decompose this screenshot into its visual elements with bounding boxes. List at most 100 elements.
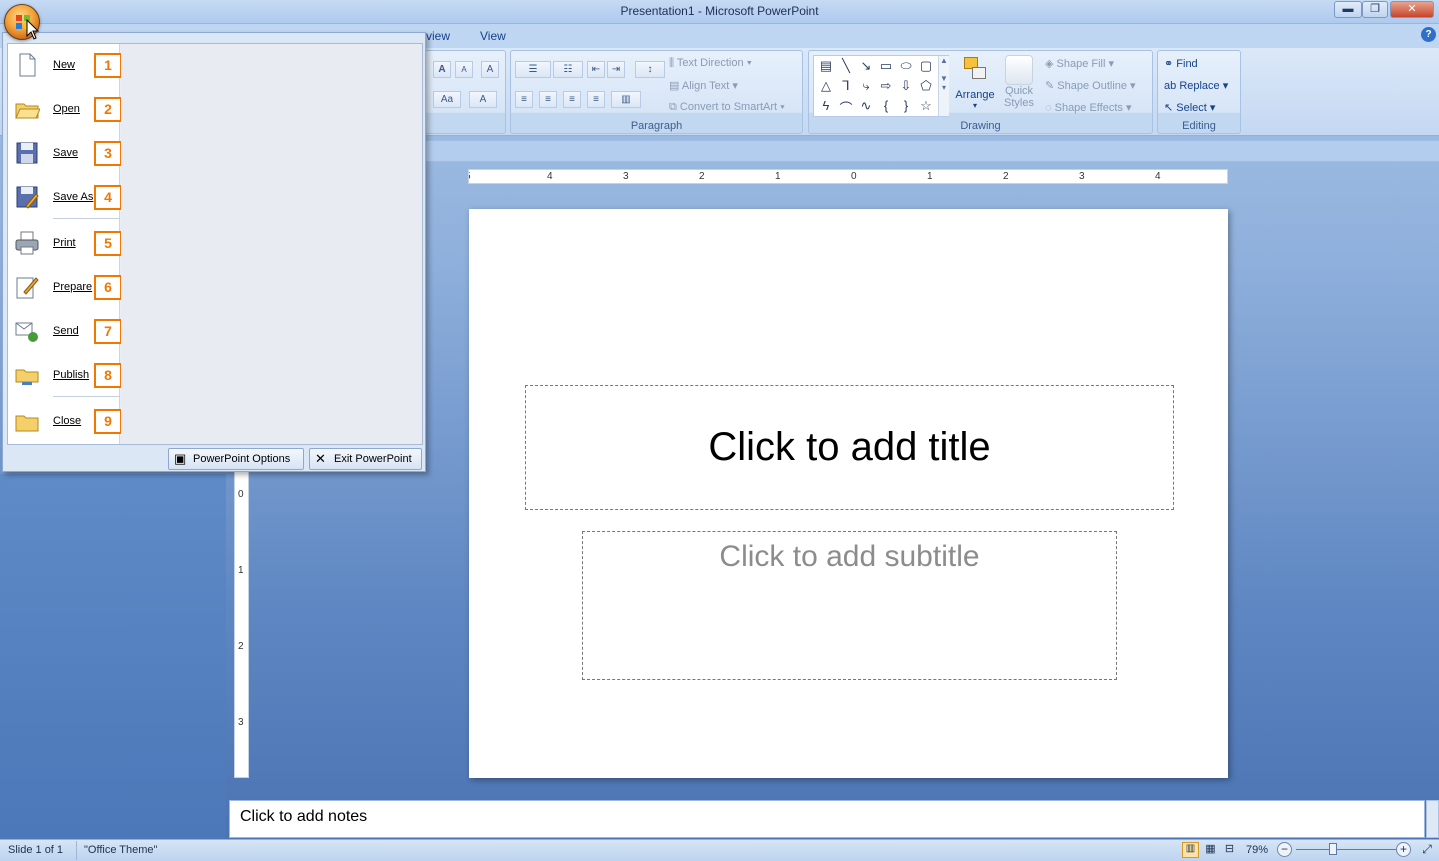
zoom-in-icon[interactable]: + [1396, 842, 1411, 857]
shape-effects-button[interactable]: ◌ Shape Effects ▾ [1045, 101, 1131, 114]
help-icon[interactable]: ? [1421, 27, 1436, 42]
tab-review[interactable]: view [426, 29, 450, 43]
gallery-scroll-icon[interactable]: ▲ ▼ ▾ [938, 56, 949, 116]
numbering-icon[interactable]: ☷ [553, 61, 583, 78]
menu-item-new[interactable]: New 1 [8, 44, 122, 84]
slides-pane[interactable] [0, 474, 226, 839]
menu-item-print[interactable]: Print 5 [8, 222, 122, 262]
elbow-arrow-icon[interactable]: ⤷ [856, 78, 876, 94]
right-arrow-shape-icon[interactable]: ⇨ [876, 78, 896, 94]
arrow-shape-icon[interactable]: ↘ [856, 58, 876, 74]
zoom-out-icon[interactable]: − [1277, 842, 1292, 857]
normal-view-icon[interactable]: ▥ [1182, 842, 1199, 858]
open-folder-icon [14, 96, 41, 122]
align-left-icon[interactable]: ≡ [515, 91, 533, 108]
font-color-button[interactable]: A [469, 91, 497, 108]
text-direction-label: Text Direction [676, 57, 744, 69]
down-arrow-shape-icon[interactable]: ⇩ [896, 78, 916, 94]
new-document-icon [14, 52, 40, 78]
v-ruler-tick: 1 [238, 565, 244, 576]
menu-item-label: Save As [53, 191, 94, 203]
powerpoint-options-button[interactable]: ▣ PowerPoint Options [168, 448, 304, 470]
menu-item-close[interactable]: Close 9 [8, 400, 122, 440]
shape-fill-label: Shape Fill [1056, 58, 1106, 70]
menu-item-publish[interactable]: Publish 8 [8, 354, 122, 394]
menu-item-save-as[interactable]: Save As 4 [8, 176, 122, 216]
notes-scrollbar[interactable] [1426, 800, 1439, 838]
exit-powerpoint-label: Exit PowerPoint [334, 453, 412, 465]
line-spacing-icon[interactable]: ↕ [635, 61, 665, 78]
shape-outline-label: Shape Outline [1057, 80, 1127, 92]
arc-shape-icon[interactable]: ⌒ [836, 98, 856, 117]
slide-canvas[interactable]: Click to add title Click to add subtitle [469, 209, 1228, 778]
close-window-button[interactable]: ✕ [1390, 1, 1434, 18]
maximize-button[interactable]: ❐ [1362, 1, 1388, 18]
slide-counter: Slide 1 of 1 [8, 844, 64, 856]
decrease-indent-icon[interactable]: ⇤ [587, 61, 605, 78]
vertical-ruler[interactable]: 0 1 2 3 [234, 440, 249, 778]
minimize-button[interactable]: ▬ [1334, 1, 1362, 18]
office-menu-list: New 1 Open 2 Save 3 Save As 4 Print 5 Prepare 6 Send… [8, 44, 122, 444]
menu-item-save[interactable]: Save 3 [8, 132, 122, 172]
triangle-shape-icon[interactable]: △ [816, 78, 836, 94]
window-title: Presentation1 - Microsoft PowerPoint [620, 4, 819, 18]
quick-styles-button[interactable]: Quick Styles [999, 55, 1039, 119]
align-text-button[interactable]: ▤ Align Text ▾ [669, 79, 738, 92]
bullets-icon[interactable]: ☰ [515, 61, 551, 78]
exit-powerpoint-button[interactable]: ✕ Exit PowerPoint [309, 448, 422, 470]
find-button[interactable]: ⚭ Find [1164, 57, 1198, 70]
arrange-icon [962, 55, 988, 83]
fit-to-window-icon[interactable]: ⤢ [1419, 842, 1435, 858]
h-ruler-tick: 4 [1155, 171, 1161, 182]
grow-font-button[interactable]: A [433, 61, 451, 78]
left-brace-shape-icon[interactable]: { [876, 98, 896, 113]
justify-icon[interactable]: ≡ [587, 91, 605, 108]
title-placeholder[interactable]: Click to add title [525, 385, 1174, 510]
menu-item-prepare[interactable]: Prepare 6 [8, 266, 122, 306]
textbox-shape-icon[interactable]: ▤ [816, 58, 836, 74]
subtitle-placeholder[interactable]: Click to add subtitle [582, 531, 1117, 680]
align-right-icon[interactable]: ≡ [563, 91, 581, 108]
lightning-shape-icon[interactable]: ϟ [816, 98, 836, 113]
elbow-connector-icon[interactable]: ⅂ [836, 78, 856, 94]
curve-shape-icon[interactable]: ∿ [856, 98, 876, 114]
align-text-icon: ▤ [669, 80, 680, 92]
v-ruler-tick: 2 [238, 641, 244, 652]
arrange-button[interactable]: Arrange ▾ [955, 55, 995, 119]
shrink-font-button[interactable]: A [455, 61, 473, 78]
zoom-slider[interactable] [1296, 843, 1396, 855]
zoom-level[interactable]: 79% [1246, 844, 1268, 856]
rectangle-shape-icon[interactable]: ▭ [876, 58, 896, 74]
menu-item-open[interactable]: Open 2 [8, 88, 122, 128]
right-brace-shape-icon[interactable]: } [896, 98, 916, 113]
align-center-icon[interactable]: ≡ [539, 91, 557, 108]
shape-outline-button[interactable]: ✎ Shape Outline ▾ [1045, 79, 1136, 92]
clear-format-button[interactable]: A [481, 61, 499, 78]
select-button[interactable]: ↖ Select ▾ [1164, 101, 1215, 114]
horizontal-ruler[interactable]: 5 4 3 2 1 0 1 2 3 4 [468, 169, 1228, 184]
editing-group-label: Editing [1182, 120, 1216, 132]
zoom-thumb[interactable] [1329, 843, 1337, 855]
replace-button[interactable]: ab Replace ▾ [1164, 79, 1228, 92]
rounded-rect-shape-icon[interactable]: ▢ [916, 58, 936, 74]
freeform-shape-icon[interactable]: ⬠ [916, 78, 936, 94]
columns-icon[interactable]: ▥ [611, 91, 641, 108]
shapes-gallery[interactable]: ▤ ╲ ↘ ▭ ⬭ ▢ △ ⅂ ⤷ ⇨ ⇩ ⬠ ϟ ⌒ ∿ { } ☆ ▲ ▼ ▾ [813, 55, 949, 117]
oval-shape-icon[interactable]: ⬭ [896, 58, 916, 74]
text-direction-button[interactable]: ⫼ Text Direction ▾ [669, 57, 752, 70]
notes-pane[interactable]: Click to add notes [229, 800, 1425, 838]
theme-name: "Office Theme" [84, 844, 158, 856]
menu-item-send[interactable]: Send 7 [8, 310, 122, 350]
menu-item-label: Prepare [53, 281, 93, 293]
title-bar: Presentation1 - Microsoft PowerPoint ▬ ❐… [0, 0, 1439, 24]
increase-indent-icon[interactable]: ⇥ [607, 61, 625, 78]
change-case-button[interactable]: Aa [433, 91, 461, 108]
star-shape-icon[interactable]: ☆ [916, 98, 936, 114]
slide-sorter-icon[interactable]: ▦ [1202, 842, 1219, 858]
convert-smartart-button[interactable]: ⧉ Convert to SmartArt ▾ [669, 101, 785, 114]
tab-view[interactable]: View [480, 29, 506, 43]
powerpoint-options-label: PowerPoint Options [193, 453, 291, 465]
line-shape-icon[interactable]: ╲ [836, 58, 856, 74]
shape-fill-button[interactable]: ◈ Shape Fill ▾ [1045, 57, 1114, 70]
slide-show-icon[interactable]: ⊟ [1221, 842, 1238, 858]
